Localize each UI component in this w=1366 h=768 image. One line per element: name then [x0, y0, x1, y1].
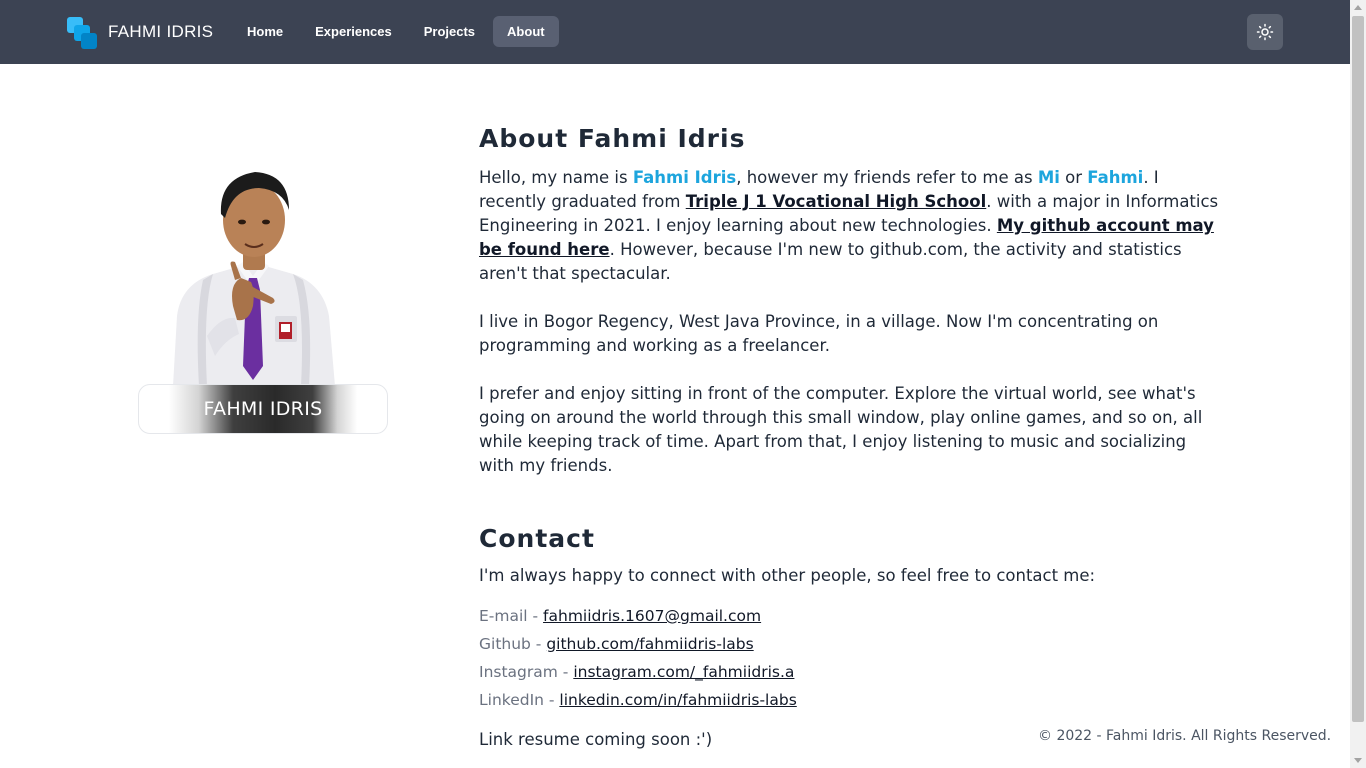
brand-link[interactable]: FAHMI IDRIS [66, 14, 213, 50]
profile-photo [173, 172, 335, 386]
page-scrollbar[interactable] [1350, 0, 1366, 768]
highlight-nick-fahmi: Fahmi [1087, 168, 1144, 187]
scroll-up-arrow-icon[interactable] [1354, 5, 1362, 10]
scrollbar-thumb[interactable] [1352, 16, 1364, 722]
nav-projects[interactable]: Projects [410, 16, 489, 47]
contact-intro: I'm always happy to connect with other p… [479, 566, 1096, 585]
school-link[interactable]: Triple J 1 Vocational High School [686, 192, 987, 211]
about-paragraph-intro: Hello, my name is Fahmi Idris, however m… [479, 168, 1219, 283]
linkedin-link[interactable]: linkedin.com/in/fahmiidris-labs [559, 691, 796, 709]
contact-title: Contact [479, 524, 595, 553]
profile-name-card: FAHMI IDRIS [138, 384, 388, 434]
brand-name: FAHMI IDRIS [108, 22, 214, 41]
about-paragraph-hobbies: I prefer and enjoy sitting in front of t… [479, 384, 1203, 475]
profile-name: FAHMI IDRIS [203, 398, 323, 420]
top-navbar: FAHMI IDRIS Home Experiences Projects Ab… [0, 0, 1350, 64]
theme-toggle-button[interactable] [1247, 14, 1283, 50]
about-title: About Fahmi Idris [479, 124, 746, 153]
sun-icon [1256, 23, 1274, 41]
contact-item-github: Github - github.com/fahmiidris-labs [479, 635, 754, 653]
nav-experiences[interactable]: Experiences [301, 16, 406, 47]
contact-item-linkedin: LinkedIn - linkedin.com/in/fahmiidris-la… [479, 691, 797, 709]
contact-item-instagram: Instagram - instagram.com/_fahmiidris.a [479, 663, 795, 681]
contact-list: E-mail - fahmiidris.1607@gmail.com Githu… [479, 602, 1219, 714]
about-content: About Fahmi Idris Hello, my name is Fahm… [479, 122, 1219, 752]
contact-item-email: E-mail - fahmiidris.1607@gmail.com [479, 607, 762, 625]
stacked-squares-logo-icon [66, 15, 100, 49]
nav-home[interactable]: Home [233, 16, 297, 47]
instagram-link[interactable]: instagram.com/_fahmiidris.a [573, 663, 794, 681]
highlight-nick-mi: Mi [1037, 168, 1060, 187]
github-link[interactable]: github.com/fahmiidris-labs [546, 635, 753, 653]
highlight-name: Fahmi Idris [632, 168, 737, 187]
main-nav: Home Experiences Projects About [233, 16, 559, 47]
nav-about[interactable]: About [493, 16, 559, 47]
scroll-down-arrow-icon[interactable] [1354, 758, 1362, 763]
email-link[interactable]: fahmiidris.1607@gmail.com [543, 607, 761, 625]
footer-copyright: © 2022 - Fahmi Idris. All Rights Reserve… [1038, 728, 1332, 744]
about-paragraph-location: I live in Bogor Regency, West Java Provi… [479, 312, 1159, 355]
